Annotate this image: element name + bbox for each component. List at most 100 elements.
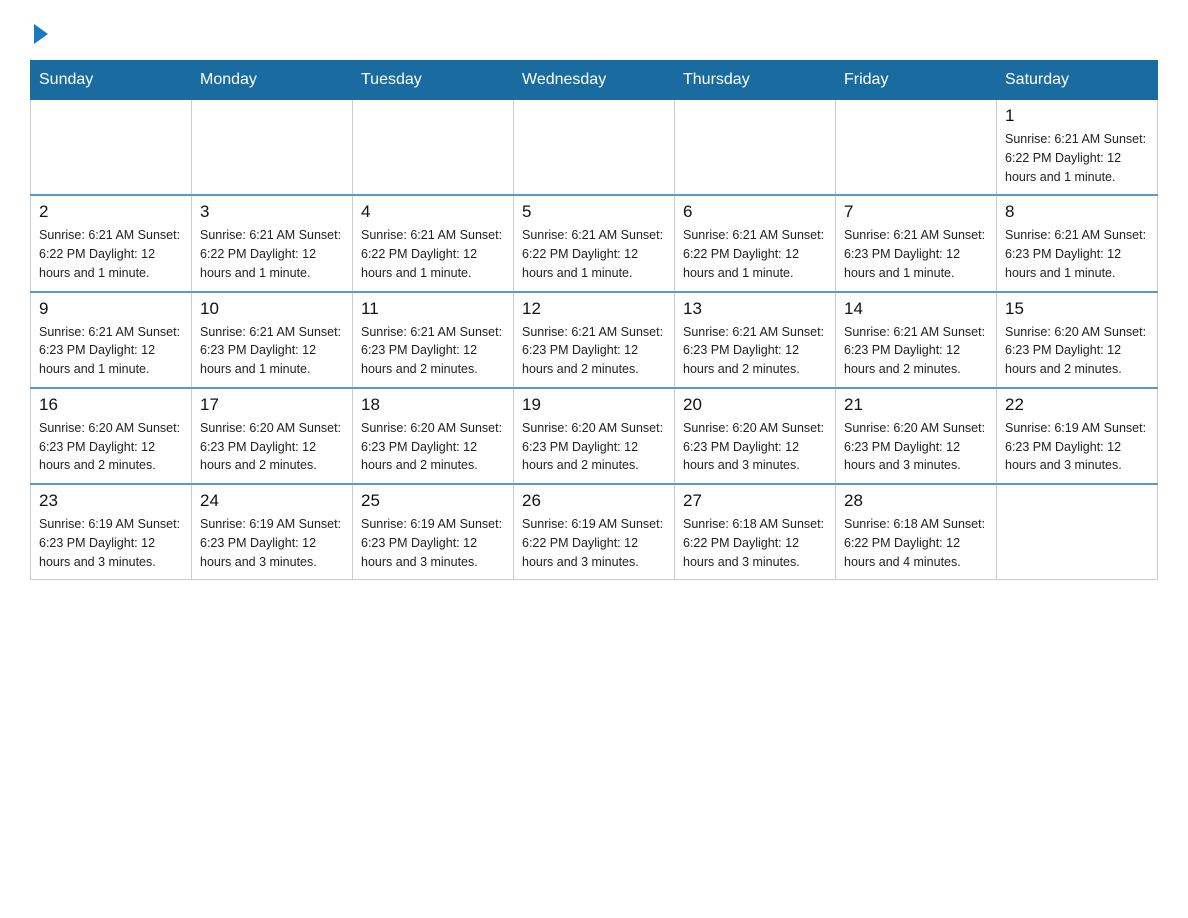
day-info: Sunrise: 6:21 AM Sunset: 6:23 PM Dayligh… bbox=[844, 226, 988, 282]
calendar-day-cell: 13 Sunrise: 6:21 AM Sunset: 6:23 PM Dayli… bbox=[675, 292, 836, 388]
calendar-day-cell: 20 Sunrise: 6:20 AM Sunset: 6:23 PM Dayli… bbox=[675, 388, 836, 484]
calendar-table: SundayMondayTuesdayWednesdayThursdayFrid… bbox=[30, 60, 1158, 580]
calendar-day-cell: 7 Sunrise: 6:21 AM Sunset: 6:23 PM Daylig… bbox=[836, 195, 997, 291]
calendar-day-cell: 10Sunrise: 6:21 AM Sunset: 6:23 PM Dayli… bbox=[192, 292, 353, 388]
day-number: 2 bbox=[39, 202, 183, 222]
calendar-day-cell: 12Sunrise: 6:21 AM Sunset: 6:23 PM Dayli… bbox=[514, 292, 675, 388]
calendar-day-cell bbox=[514, 100, 675, 196]
day-info: Sunrise: 6:18 AM Sunset: 6:22 PM Dayligh… bbox=[683, 515, 827, 571]
day-number: 23 bbox=[39, 491, 183, 511]
calendar-week-row: 23 Sunrise: 6:19 AM Sunset: 6:23 PM Dayli… bbox=[31, 484, 1158, 580]
weekday-header-friday: Friday bbox=[836, 61, 997, 100]
calendar-day-cell: 6 Sunrise: 6:21 AM Sunset: 6:22 PM Daylig… bbox=[675, 195, 836, 291]
day-info: Sunrise: 6:20 AM Sunset: 6:23 PM Dayligh… bbox=[844, 419, 988, 475]
weekday-header-wednesday: Wednesday bbox=[514, 61, 675, 100]
day-number: 26 bbox=[522, 491, 666, 511]
weekday-header-monday: Monday bbox=[192, 61, 353, 100]
day-info: Sunrise: 6:21 AM Sunset: 6:22 PM Dayligh… bbox=[683, 226, 827, 282]
calendar-day-cell: 11 Sunrise: 6:21 AM Sunset: 6:23 PM Dayli… bbox=[353, 292, 514, 388]
day-number: 25 bbox=[361, 491, 505, 511]
day-info: Sunrise: 6:21 AM Sunset: 6:23 PM Dayligh… bbox=[683, 323, 827, 379]
day-info: Sunrise: 6:19 AM Sunset: 6:22 PM Dayligh… bbox=[522, 515, 666, 571]
calendar-day-cell: 24 Sunrise: 6:19 AM Sunset: 6:23 PM Dayli… bbox=[192, 484, 353, 580]
day-number: 20 bbox=[683, 395, 827, 415]
calendar-week-row: 16 Sunrise: 6:20 AM Sunset: 6:23 PM Dayli… bbox=[31, 388, 1158, 484]
weekday-header-tuesday: Tuesday bbox=[353, 61, 514, 100]
calendar-day-cell: 23 Sunrise: 6:19 AM Sunset: 6:23 PM Dayli… bbox=[31, 484, 192, 580]
calendar-day-cell: 27 Sunrise: 6:18 AM Sunset: 6:22 PM Dayli… bbox=[675, 484, 836, 580]
calendar-day-cell: 21 Sunrise: 6:20 AM Sunset: 6:23 PM Dayli… bbox=[836, 388, 997, 484]
day-info: Sunrise: 6:21 AM Sunset: 6:23 PM Dayligh… bbox=[844, 323, 988, 379]
day-number: 22 bbox=[1005, 395, 1149, 415]
day-number: 14 bbox=[844, 299, 988, 319]
calendar-day-cell bbox=[353, 100, 514, 196]
day-info: Sunrise: 6:21 AM Sunset: 6:22 PM Dayligh… bbox=[361, 226, 505, 282]
calendar-day-cell bbox=[192, 100, 353, 196]
day-number: 18 bbox=[361, 395, 505, 415]
day-number: 10 bbox=[200, 299, 344, 319]
day-number: 17 bbox=[200, 395, 344, 415]
weekday-header-saturday: Saturday bbox=[997, 61, 1158, 100]
day-number: 8 bbox=[1005, 202, 1149, 222]
day-number: 12 bbox=[522, 299, 666, 319]
calendar-day-cell: 3 Sunrise: 6:21 AM Sunset: 6:22 PM Daylig… bbox=[192, 195, 353, 291]
page-header bbox=[30, 20, 1158, 40]
calendar-day-cell bbox=[675, 100, 836, 196]
weekday-header-thursday: Thursday bbox=[675, 61, 836, 100]
day-number: 15 bbox=[1005, 299, 1149, 319]
day-number: 24 bbox=[200, 491, 344, 511]
calendar-day-cell: 16 Sunrise: 6:20 AM Sunset: 6:23 PM Dayli… bbox=[31, 388, 192, 484]
day-number: 27 bbox=[683, 491, 827, 511]
calendar-week-row: 9 Sunrise: 6:21 AM Sunset: 6:23 PM Daylig… bbox=[31, 292, 1158, 388]
day-info: Sunrise: 6:21 AM Sunset: 6:22 PM Dayligh… bbox=[39, 226, 183, 282]
calendar-day-cell: 1 Sunrise: 6:21 AM Sunset: 6:22 PM Daylig… bbox=[997, 100, 1158, 196]
day-info: Sunrise: 6:21 AM Sunset: 6:22 PM Dayligh… bbox=[522, 226, 666, 282]
day-number: 21 bbox=[844, 395, 988, 415]
day-info: Sunrise: 6:21 AM Sunset: 6:22 PM Dayligh… bbox=[200, 226, 344, 282]
day-info: Sunrise: 6:20 AM Sunset: 6:23 PM Dayligh… bbox=[1005, 323, 1149, 379]
day-number: 3 bbox=[200, 202, 344, 222]
day-number: 1 bbox=[1005, 106, 1149, 126]
calendar-day-cell: 17 Sunrise: 6:20 AM Sunset: 6:23 PM Dayli… bbox=[192, 388, 353, 484]
day-number: 19 bbox=[522, 395, 666, 415]
calendar-day-cell: 5 Sunrise: 6:21 AM Sunset: 6:22 PM Daylig… bbox=[514, 195, 675, 291]
calendar-week-row: 1 Sunrise: 6:21 AM Sunset: 6:22 PM Daylig… bbox=[31, 100, 1158, 196]
calendar-day-cell: 2 Sunrise: 6:21 AM Sunset: 6:22 PM Daylig… bbox=[31, 195, 192, 291]
day-info: Sunrise: 6:19 AM Sunset: 6:23 PM Dayligh… bbox=[1005, 419, 1149, 475]
day-info: Sunrise: 6:19 AM Sunset: 6:23 PM Dayligh… bbox=[361, 515, 505, 571]
day-info: Sunrise: 6:21 AM Sunset: 6:23 PM Dayligh… bbox=[1005, 226, 1149, 282]
day-number: 13 bbox=[683, 299, 827, 319]
day-info: Sunrise: 6:21 AM Sunset: 6:22 PM Dayligh… bbox=[1005, 130, 1149, 186]
calendar-day-cell bbox=[997, 484, 1158, 580]
day-info: Sunrise: 6:20 AM Sunset: 6:23 PM Dayligh… bbox=[200, 419, 344, 475]
day-number: 7 bbox=[844, 202, 988, 222]
day-info: Sunrise: 6:19 AM Sunset: 6:23 PM Dayligh… bbox=[39, 515, 183, 571]
calendar-day-cell: 9 Sunrise: 6:21 AM Sunset: 6:23 PM Daylig… bbox=[31, 292, 192, 388]
day-info: Sunrise: 6:20 AM Sunset: 6:23 PM Dayligh… bbox=[683, 419, 827, 475]
calendar-day-cell bbox=[31, 100, 192, 196]
day-number: 6 bbox=[683, 202, 827, 222]
day-number: 5 bbox=[522, 202, 666, 222]
day-number: 16 bbox=[39, 395, 183, 415]
day-info: Sunrise: 6:20 AM Sunset: 6:23 PM Dayligh… bbox=[522, 419, 666, 475]
calendar-day-cell: 26 Sunrise: 6:19 AM Sunset: 6:22 PM Dayli… bbox=[514, 484, 675, 580]
calendar-day-cell bbox=[836, 100, 997, 196]
day-info: Sunrise: 6:20 AM Sunset: 6:23 PM Dayligh… bbox=[39, 419, 183, 475]
calendar-day-cell: 14 Sunrise: 6:21 AM Sunset: 6:23 PM Dayli… bbox=[836, 292, 997, 388]
day-info: Sunrise: 6:21 AM Sunset: 6:23 PM Dayligh… bbox=[361, 323, 505, 379]
day-number: 9 bbox=[39, 299, 183, 319]
calendar-week-row: 2 Sunrise: 6:21 AM Sunset: 6:22 PM Daylig… bbox=[31, 195, 1158, 291]
calendar-day-cell: 25 Sunrise: 6:19 AM Sunset: 6:23 PM Dayli… bbox=[353, 484, 514, 580]
day-info: Sunrise: 6:21 AM Sunset: 6:23 PM Dayligh… bbox=[39, 323, 183, 379]
logo bbox=[30, 20, 48, 40]
calendar-day-cell: 4 Sunrise: 6:21 AM Sunset: 6:22 PM Daylig… bbox=[353, 195, 514, 291]
calendar-day-cell: 19 Sunrise: 6:20 AM Sunset: 6:23 PM Dayli… bbox=[514, 388, 675, 484]
day-number: 4 bbox=[361, 202, 505, 222]
calendar-day-cell: 8 Sunrise: 6:21 AM Sunset: 6:23 PM Daylig… bbox=[997, 195, 1158, 291]
day-info: Sunrise: 6:19 AM Sunset: 6:23 PM Dayligh… bbox=[200, 515, 344, 571]
weekday-header-sunday: Sunday bbox=[31, 61, 192, 100]
calendar-day-cell: 22 Sunrise: 6:19 AM Sunset: 6:23 PM Dayli… bbox=[997, 388, 1158, 484]
weekday-header-row: SundayMondayTuesdayWednesdayThursdayFrid… bbox=[31, 61, 1158, 100]
calendar-day-cell: 18Sunrise: 6:20 AM Sunset: 6:23 PM Dayli… bbox=[353, 388, 514, 484]
day-number: 11 bbox=[361, 299, 505, 319]
